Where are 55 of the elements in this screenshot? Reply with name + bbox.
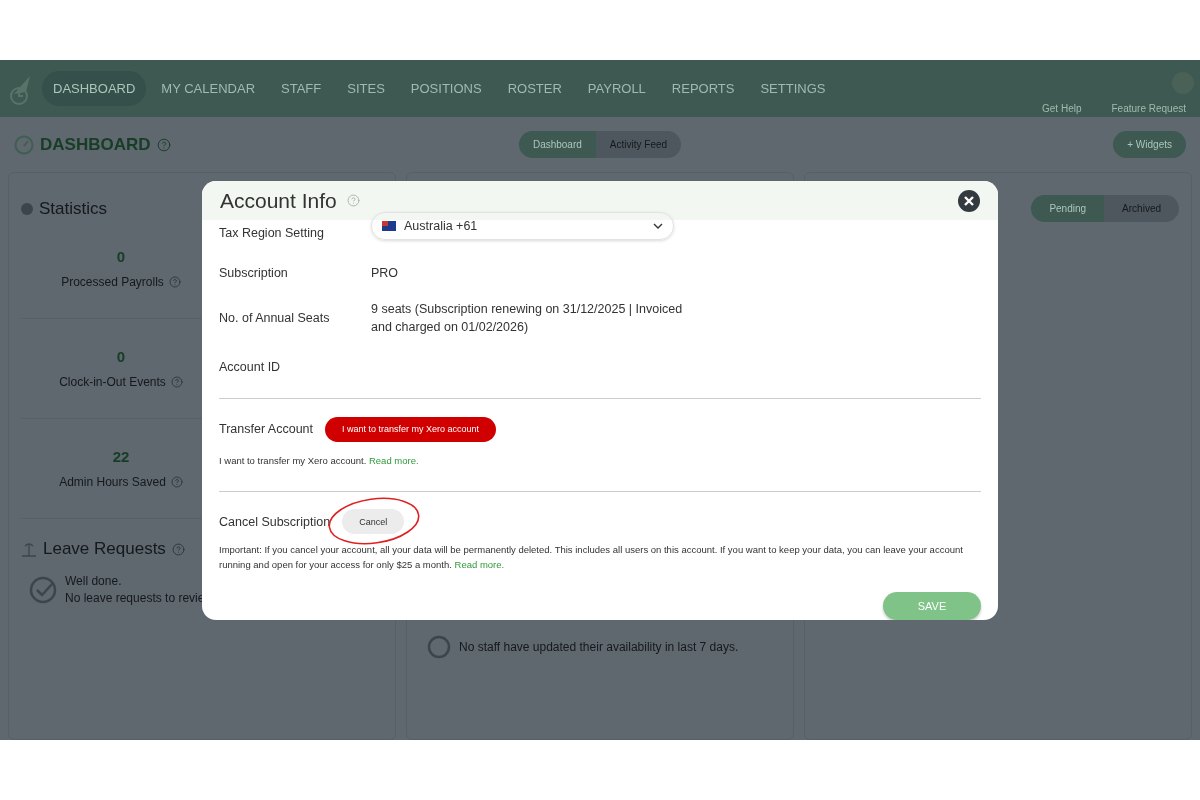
nav-tab[interactable]: DASHBOARD [42, 71, 147, 106]
checkmark-icon [29, 575, 57, 604]
cancel-warning: Important: If you cancel your account, all your data will be permanently deleted. This includes all users on this account. If you want to keep your data, you can leave your account running and open for your access for only $25 a month. Read more. [219, 542, 964, 572]
circle-icon [427, 635, 451, 659]
add-widgets-button[interactable]: + Widgets [1113, 131, 1186, 158]
page-title: DASHBOARD [40, 134, 151, 155]
field-label: Subscription [219, 266, 289, 281]
nav-tab[interactable]: SITES [336, 71, 396, 106]
help-icon [170, 376, 183, 388]
close-icon[interactable] [958, 189, 980, 212]
view-tab[interactable]: Dashboard [518, 131, 596, 158]
nav-tab[interactable]: MY CALENDAR [150, 71, 267, 106]
chevron-down-icon [653, 223, 663, 230]
field-label: Transfer Account [219, 422, 314, 437]
transfer-note: I want to transfer my Xero account. Read more. [219, 454, 420, 469]
section-title: Statistics [39, 199, 108, 219]
nav-tab[interactable]: POSITIONS [399, 71, 493, 106]
stat-value: 0 [116, 248, 126, 265]
stat-value: 0 [116, 348, 126, 365]
stat-label: Processed Payrolls [61, 275, 164, 289]
nav-link[interactable]: Feature Request [1111, 103, 1186, 114]
nav-tab[interactable]: STAFF [270, 71, 333, 106]
read-more-link[interactable]: Read more. [454, 558, 505, 570]
view-tab[interactable]: Activity Feed [595, 131, 682, 158]
empty-state-text: No staff have updated their availability in last 7 days. [459, 638, 739, 656]
help-icon [171, 542, 185, 556]
help-icon [156, 137, 171, 152]
nav-tab[interactable]: REPORTS [660, 71, 746, 106]
cancel-subscription-button[interactable]: Cancel [342, 509, 405, 535]
nav-link[interactable]: Get Help [1042, 103, 1082, 114]
field-label: Cancel Subscription [219, 514, 331, 529]
help-icon [346, 194, 360, 208]
read-more-link[interactable]: Read more. [368, 455, 419, 467]
filter-tab[interactable]: Pending [1031, 195, 1105, 222]
empty-state-title: Well done. [65, 573, 123, 590]
gauge-icon [14, 134, 34, 155]
transfer-account-button[interactable]: I want to transfer my Xero account [325, 416, 497, 442]
save-button[interactable]: SAVE [883, 592, 981, 620]
stat-label: Admin Hours Saved [59, 475, 166, 489]
field-value: PRO [371, 265, 400, 283]
field-label: No. of Annual Seats [219, 311, 331, 326]
stat-label: Clock-in-Out Events [59, 375, 166, 389]
field-label: Tax Region Setting [219, 226, 325, 241]
dialog-title: Account Info [220, 188, 337, 213]
help-icon [168, 276, 181, 288]
section-title: Leave Requests [43, 539, 166, 559]
nav-tab[interactable]: PAYROLL [576, 71, 657, 106]
field-value: 9 seats (Subscription renewing on 31/12/2025 | Invoiced and charged on 01/02/2026) [371, 301, 684, 337]
nav-tab[interactable]: ROSTER [496, 71, 573, 106]
nav-tab[interactable]: SETTINGS [749, 71, 837, 106]
filter-tab[interactable]: Archived [1104, 195, 1179, 222]
stat-value: 22 [112, 448, 130, 465]
field-label: Account ID [219, 360, 282, 375]
flag-icon [382, 221, 396, 232]
help-icon [170, 476, 183, 488]
